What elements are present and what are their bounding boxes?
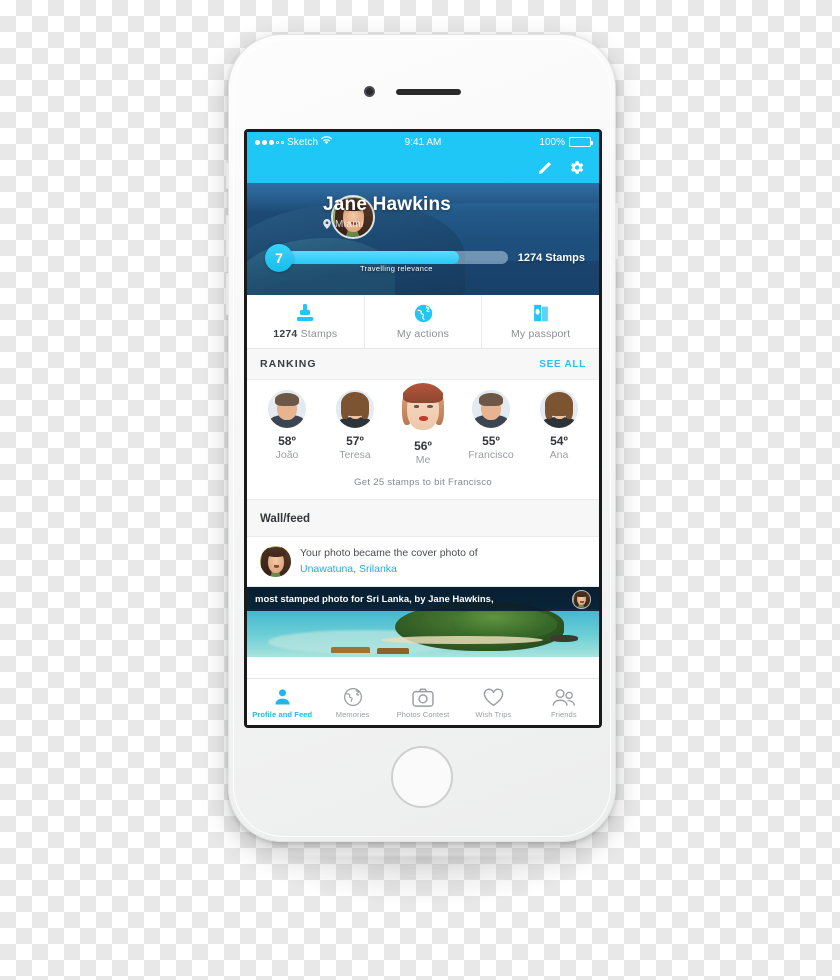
photo-card-caption-text: most stamped photo for Sri Lanka, by Jan… [255,593,494,605]
battery-percent-label: 100% [539,136,565,148]
tab-friends-label: Friends [550,709,577,719]
globe-icon [414,304,433,323]
feed-item-text: Your photo became the cover photo of Una… [300,546,478,576]
stats-tabs: 1274 Stamps My actions My passport [247,295,599,349]
power-button[interactable] [615,203,618,259]
pencil-icon[interactable] [537,159,554,176]
tab-memories-label: Memories [335,709,370,719]
screen-bezel: Sketch 9:41 AM 100% Jane Hawkins Miami 7… [244,129,602,728]
earpiece-speaker [396,89,461,95]
user-avatar-illustration [260,546,291,577]
male-avatar [472,390,510,428]
photo-card[interactable]: most stamped photo for Sri Lanka, by Jan… [247,587,599,657]
stat-tab-passport-label: My passport [510,327,571,340]
feed-item-message: Your photo became the cover photo of [300,547,478,560]
battery-icon [569,137,593,147]
profile-header: Jane Hawkins Miami 7 Travelling relevanc… [247,183,599,295]
tab-wish-trips-label: Wish Trips [475,709,512,719]
ranking-header: RANKING SEE ALL [247,349,599,380]
ranking-name: Me [415,454,431,466]
stat-tab-stamps-label: 1274 Stamps [273,327,338,340]
people-icon [552,686,576,707]
person-icon [272,686,293,707]
tab-photos-contest-label: Photos Contest [396,709,450,719]
profile-identity: Jane Hawkins Miami [247,183,599,230]
passport-icon [532,304,550,323]
relevance-row: 7 Travelling relevance 1274 Stamps [247,243,599,273]
silent-switch[interactable] [226,163,229,189]
phone-shadow [258,856,588,904]
stamp-icon [297,303,314,323]
progress-bar[interactable]: Travelling relevance [285,251,508,273]
see-all-link[interactable]: SEE ALL [539,359,586,370]
wall-header: Wall/feed [247,500,599,537]
ranking-item[interactable]: 58º João [253,390,321,466]
ranking-item[interactable]: 55º Francisco [457,390,525,466]
ranking-name: João [275,449,299,461]
user-avatar-illustration [573,590,590,608]
stat-tab-stamps[interactable]: 1274 Stamps [247,295,365,348]
ranking-hint: Get 25 stamps to bit Francisco [247,470,599,500]
status-bar-right: 100% [539,136,593,148]
tab-wish-trips[interactable]: Wish Trips [458,679,528,725]
ranking-item-me[interactable]: 56º Me [389,383,457,466]
stat-tab-passport[interactable]: My passport [482,295,599,348]
home-button[interactable] [391,746,453,808]
tab-memories[interactable]: Memories [317,679,387,725]
globe-icon [343,686,363,707]
ranking-position: 54º [550,434,568,448]
photo-card-caption: most stamped photo for Sri Lanka, by Jan… [247,587,599,611]
tab-friends[interactable]: Friends [529,679,599,725]
ranking-position: 55º [482,434,500,448]
list-item[interactable]: Your photo became the cover photo of Una… [247,537,599,587]
female-avatar [336,390,374,428]
profile-location-label: Miami [335,218,364,230]
female-avatar [540,390,578,428]
me-avatar [398,383,448,433]
ranking-title: RANKING [260,358,317,370]
male-avatar [268,390,306,428]
feed-item-link[interactable]: Unawatuna, Srilanka [300,563,397,575]
page-title: Jane Hawkins [323,194,452,215]
level-badge: 7 [265,243,293,272]
tab-profile-and-feed-label: Profile and Feed [252,709,313,719]
volume-down-button[interactable] [226,273,229,315]
camera-icon [412,686,434,707]
wall-title: Wall/feed [260,513,311,525]
heart-icon [483,686,504,707]
progress-fill [285,251,459,265]
stat-tab-actions[interactable]: My actions [365,295,483,348]
ranking-position: 56º [414,439,432,453]
ranking-list: 58º João 57º Teresa 56º Me 55º Francisco… [247,380,599,470]
map-pin-icon [323,219,331,230]
app-screen: Sketch 9:41 AM 100% Jane Hawkins Miami 7… [247,132,599,725]
progress-label: Travelling relevance [359,264,433,274]
stamps-total-label: 1274 Stamps [517,251,585,264]
ranking-name: Ana [549,449,569,461]
tab-profile-and-feed[interactable]: Profile and Feed [247,679,317,725]
volume-up-button[interactable] [226,215,229,257]
ranking-position: 58º [278,434,296,448]
gear-icon[interactable] [568,159,585,176]
ranking-position: 57º [346,434,364,448]
status-bar: Sketch 9:41 AM 100% [247,132,599,152]
tab-photos-contest[interactable]: Photos Contest [388,679,458,725]
ranking-item[interactable]: 54º Ana [525,390,593,466]
bottom-tab-bar: Profile and Feed Memories Photos Contest… [247,678,599,725]
ranking-name: Teresa [339,449,371,461]
stat-tab-actions-label: My actions [396,327,450,340]
ranking-item[interactable]: 57º Teresa [321,390,389,466]
iphone-device: Sketch 9:41 AM 100% Jane Hawkins Miami 7… [226,34,618,842]
avatar [260,546,291,577]
avatar [572,589,591,609]
profile-location: Miami [323,219,451,230]
ranking-name: Francisco [468,449,514,461]
front-camera-icon [364,86,375,97]
top-action-bar [247,152,599,183]
